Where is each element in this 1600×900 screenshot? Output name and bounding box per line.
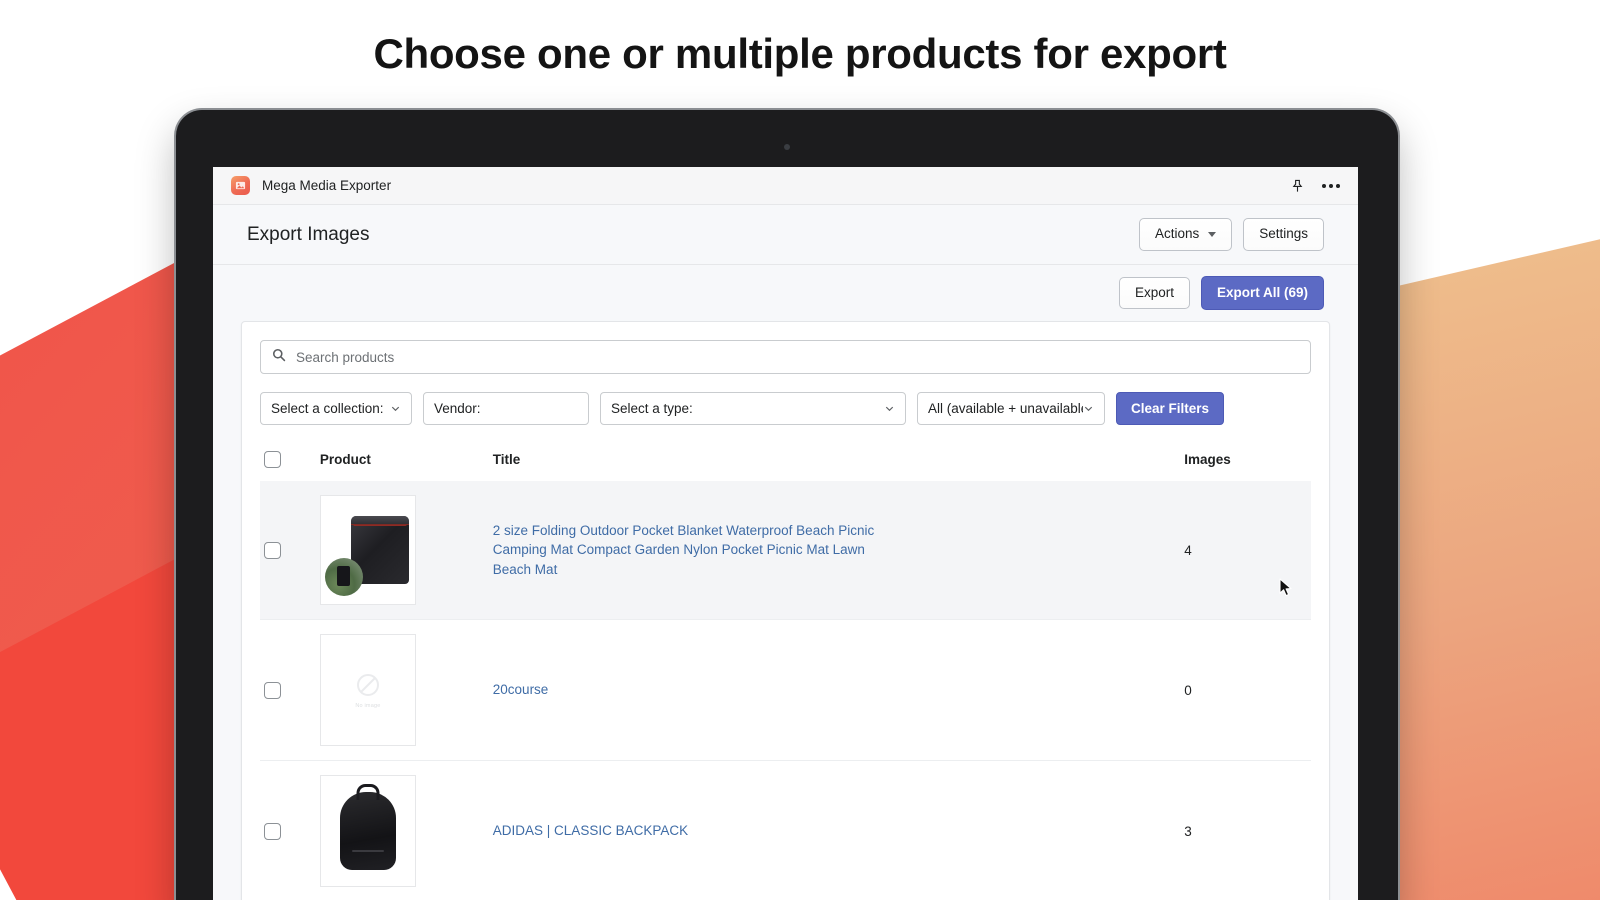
- table-row[interactable]: ADIDAS | CLASSIC BACKPACK 3: [260, 761, 1311, 900]
- laptop-mockup-frame: Mega Media Exporter Export Images Acti: [176, 110, 1398, 900]
- select-all-header: [260, 441, 320, 481]
- product-title-link[interactable]: 20course: [493, 680, 549, 699]
- product-title-link[interactable]: 2 size Folding Outdoor Pocket Blanket Wa…: [493, 521, 888, 578]
- thumbnail-wrap: No image: [320, 620, 493, 760]
- vendor-input[interactable]: [434, 401, 578, 416]
- table-row[interactable]: 2 size Folding Outdoor Pocket Blanket Wa…: [260, 481, 1311, 620]
- clear-filters-button[interactable]: Clear Filters: [1116, 392, 1224, 425]
- pouch-product-art: [325, 502, 411, 598]
- table-header-row: Product Title Images: [260, 441, 1311, 481]
- select-all-checkbox[interactable]: [264, 451, 281, 468]
- inset-photo-icon: [325, 558, 363, 596]
- row-title-cell: ADIDAS | CLASSIC BACKPACK: [493, 761, 1184, 900]
- row-select-cell: [260, 761, 320, 900]
- filters-row: Select a collection: Select a type: All …: [260, 392, 1311, 425]
- thumbnail-wrap: [320, 481, 493, 619]
- chevron-down-icon: [1208, 232, 1216, 237]
- page-title: Export Images: [247, 224, 370, 246]
- row-title-cell: 20course: [493, 620, 1184, 761]
- page-headline: Choose one or multiple products for expo…: [0, 30, 1600, 78]
- row-thumbnail-cell: [320, 761, 493, 900]
- export-button[interactable]: Export: [1119, 277, 1190, 310]
- app-titlebar: Mega Media Exporter: [213, 167, 1358, 205]
- row-thumbnail-cell: No image: [320, 620, 493, 761]
- row-checkbox[interactable]: [264, 682, 281, 699]
- products-table: Product Title Images: [260, 441, 1311, 900]
- product-thumbnail: [320, 495, 416, 605]
- actions-button[interactable]: Actions: [1139, 218, 1232, 251]
- row-images-count: 0: [1184, 620, 1311, 761]
- more-horizontal-icon[interactable]: [1322, 184, 1340, 188]
- availability-select[interactable]: All (available + unavailable): [917, 392, 1105, 425]
- row-thumbnail-cell: [320, 481, 493, 620]
- mouse-cursor: [1279, 578, 1294, 603]
- products-card: Select a collection: Select a type: All …: [241, 321, 1330, 900]
- type-select[interactable]: Select a type:: [600, 392, 906, 425]
- product-thumbnail: [320, 775, 416, 887]
- search-icon: [272, 348, 286, 367]
- collection-select[interactable]: Select a collection:: [260, 392, 412, 425]
- export-all-button[interactable]: Export All (69): [1201, 276, 1324, 311]
- row-images-count: 3: [1184, 761, 1311, 900]
- laptop-camera: [784, 144, 790, 150]
- search-input[interactable]: [296, 350, 1299, 365]
- row-select-cell: [260, 481, 320, 620]
- screenshot-canvas: Choose one or multiple products for expo…: [0, 0, 1600, 900]
- black-backpack-icon: [340, 792, 396, 870]
- image-app-icon: [231, 176, 250, 195]
- images-column-header: Images: [1184, 441, 1311, 481]
- title-column-header: Title: [493, 441, 1184, 481]
- row-title-cell: 2 size Folding Outdoor Pocket Blanket Wa…: [493, 481, 1184, 620]
- row-checkbox[interactable]: [264, 542, 281, 559]
- search-field[interactable]: [260, 340, 1311, 374]
- actions-button-label: Actions: [1155, 226, 1199, 243]
- row-select-cell: [260, 620, 320, 761]
- pin-icon[interactable]: [1291, 179, 1304, 193]
- no-image-placeholder: No image: [355, 672, 381, 709]
- card-content: Select a collection: Select a type: All …: [242, 322, 1329, 900]
- table-body: 2 size Folding Outdoor Pocket Blanket Wa…: [260, 481, 1311, 900]
- no-image-icon: [355, 672, 381, 698]
- laptop-screen: Mega Media Exporter Export Images Acti: [213, 167, 1358, 900]
- table-head: Product Title Images: [260, 441, 1311, 481]
- row-checkbox[interactable]: [264, 823, 281, 840]
- chevron-down-icon: [390, 403, 401, 414]
- collection-select-value: Select a collection:: [271, 401, 390, 416]
- product-thumbnail: No image: [320, 634, 416, 746]
- export-action-bar: Export Export All (69): [213, 265, 1358, 321]
- thumbnail-wrap: [320, 761, 493, 900]
- settings-button[interactable]: Settings: [1243, 218, 1324, 251]
- availability-select-value: All (available + unavailable): [928, 401, 1083, 416]
- chevron-down-icon: [884, 403, 895, 414]
- page-header-bar: Export Images Actions Settings: [213, 205, 1358, 265]
- type-select-value: Select a type:: [611, 401, 884, 416]
- product-column-header: Product: [320, 441, 493, 481]
- chevron-down-icon: [1083, 403, 1094, 414]
- table-row[interactable]: No image 20course 0: [260, 620, 1311, 761]
- product-title-link[interactable]: ADIDAS | CLASSIC BACKPACK: [493, 821, 688, 840]
- vendor-input-wrap[interactable]: [423, 392, 589, 425]
- app-name-label: Mega Media Exporter: [262, 178, 391, 193]
- no-image-label: No image: [355, 703, 380, 709]
